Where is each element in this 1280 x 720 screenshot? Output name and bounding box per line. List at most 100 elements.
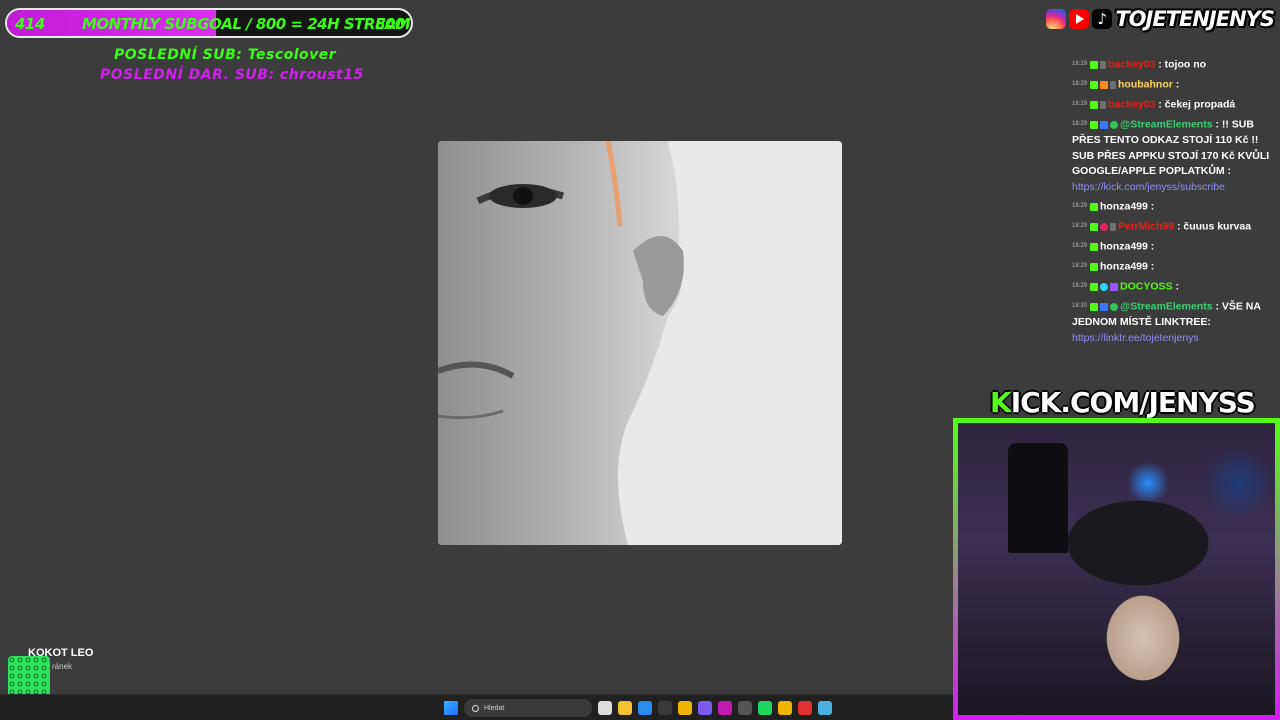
chat-text: : čuuus kurvaa bbox=[1174, 220, 1252, 233]
taskbar-items: Hledat bbox=[444, 698, 832, 718]
chat-badge-icon bbox=[1100, 80, 1109, 89]
chat-badge-icon bbox=[1090, 80, 1099, 89]
now-playing-subtitle: ránek bbox=[52, 662, 73, 671]
chat-badge-icon bbox=[1100, 120, 1109, 129]
chat-panel: 18:29 backey03 : tojoo no 18:29 houbahnor :… bbox=[1072, 57, 1272, 350]
chat-message: 18:29 PetrMich99 : čuuus kurvaa bbox=[1072, 219, 1272, 235]
last-subscriber-label: POSLEDNÍ SUB: Tescolover bbox=[114, 47, 337, 63]
chat-badge-icon bbox=[1100, 303, 1109, 312]
terminal-icon[interactable] bbox=[738, 701, 752, 715]
spotify-icon[interactable] bbox=[758, 701, 772, 715]
subgoal-bar: 414 MONTHLY SUBGOAL / 800 = 24H STREAM 8… bbox=[5, 8, 413, 38]
chat-message: 18:29 @StreamElements : !! SUB PŘES TENTO… bbox=[1072, 117, 1272, 195]
chrome-icon[interactable] bbox=[678, 701, 692, 715]
chat-timestamp: 18:29 bbox=[1072, 263, 1088, 270]
chat-username[interactable]: honza499 bbox=[1100, 201, 1148, 213]
kick-url-label: KICK.COM/JENYSS bbox=[990, 386, 1256, 419]
chat-timestamp: 18:29 bbox=[1072, 61, 1088, 67]
chat-timestamp: 18:30 bbox=[1072, 303, 1088, 310]
chat-badge-icon bbox=[1090, 222, 1099, 231]
chat-badge-icon bbox=[1090, 202, 1099, 211]
chat-badge-icon bbox=[1100, 60, 1107, 69]
chat-timestamp: 18:29 bbox=[1072, 283, 1088, 290]
kick-logo-letter: K bbox=[990, 386, 1012, 419]
chat-username[interactable]: @StreamElements bbox=[1120, 119, 1213, 131]
chat-username[interactable]: backey03 bbox=[1108, 99, 1155, 111]
notes-icon[interactable] bbox=[818, 701, 832, 715]
chat-username[interactable]: @StreamElements bbox=[1120, 301, 1213, 313]
subgoal-label: MONTHLY SUBGOAL / 800 = 24H STREAM bbox=[82, 15, 411, 33]
chat-text: : bbox=[1147, 260, 1155, 273]
chat-message: 18:29 honza499 : bbox=[1072, 239, 1272, 255]
chat-text: : bbox=[1147, 240, 1155, 253]
chat-timestamp: 18:29 bbox=[1072, 223, 1088, 230]
chat-username[interactable]: honza499 bbox=[1100, 241, 1148, 253]
chat-username[interactable]: PetrMich99 bbox=[1118, 221, 1174, 233]
chat-message: 18:29 backey03 : čekej propadá bbox=[1072, 97, 1272, 113]
tiktok-icon: ♪ bbox=[1092, 9, 1113, 29]
subgoal-target: 800 bbox=[375, 15, 405, 33]
instagram-icon bbox=[1046, 9, 1067, 29]
kick-url-text: ICK.COM/JENYSS bbox=[1010, 386, 1256, 419]
shared-image bbox=[438, 141, 842, 545]
chat-badge-icon bbox=[1100, 283, 1109, 291]
chat-message: 18:29 DOCYOSS : bbox=[1072, 279, 1272, 295]
edge-icon[interactable] bbox=[638, 701, 652, 715]
chat-text: : bbox=[1172, 78, 1180, 91]
chat-badge-icon bbox=[1090, 100, 1099, 109]
last-donation-label: POSLEDNÍ DAR. SUB: chroust15 bbox=[100, 67, 364, 83]
portrait-photo bbox=[438, 141, 842, 545]
subgoal-current: 414 bbox=[15, 15, 45, 33]
chat-text: : čekej propadá bbox=[1155, 98, 1236, 111]
chat-message: 18:29 backey03 : tojoo no bbox=[1072, 57, 1272, 73]
chat-message: 18:29 houbahnor : bbox=[1072, 77, 1272, 93]
search-icon bbox=[472, 704, 479, 712]
now-playing-title: KOKOT LEO bbox=[28, 647, 94, 659]
social-handles: ♪ TOJETENJENYS bbox=[1046, 5, 1275, 33]
chat-text: : bbox=[1147, 200, 1155, 213]
taskbar: Hledat bbox=[0, 694, 953, 720]
record-icon[interactable] bbox=[798, 701, 812, 715]
chat-badge-icon bbox=[1100, 100, 1107, 109]
chat-username[interactable]: houbahnor bbox=[1118, 79, 1173, 91]
chat-message: 18:29 honza499 : bbox=[1072, 259, 1272, 275]
chat-timestamp: 18:29 bbox=[1072, 121, 1088, 128]
chat-badge-icon bbox=[1110, 303, 1119, 312]
chat-badge-icon bbox=[1090, 283, 1099, 291]
chat-badge-icon bbox=[1090, 120, 1099, 129]
chat-badge-icon bbox=[1100, 222, 1109, 231]
chat-badge-icon bbox=[1090, 262, 1099, 271]
chat-timestamp: 18:29 bbox=[1072, 101, 1088, 108]
chat-message: 18:29 honza499 : bbox=[1072, 199, 1272, 215]
chat-text: : bbox=[1172, 280, 1179, 293]
chat-message: 18:30 @StreamElements : VŠE NA JEDNOM MÍS… bbox=[1072, 299, 1272, 346]
social-handle: TOJETENJENYS bbox=[1115, 7, 1275, 31]
chat-text: : tojoo no bbox=[1155, 58, 1207, 71]
chat-username[interactable]: honza499 bbox=[1100, 261, 1148, 273]
chat-badge-icon bbox=[1110, 120, 1119, 129]
chat-timestamp: 18:29 bbox=[1072, 81, 1088, 88]
chat-badge-icon bbox=[1090, 303, 1099, 312]
obs-icon[interactable] bbox=[718, 701, 732, 715]
chat-link[interactable]: https://linktr.ee/tojetenjenys bbox=[1072, 332, 1199, 344]
file-manager-icon[interactable] bbox=[598, 701, 612, 715]
chrome-icon[interactable] bbox=[778, 701, 792, 715]
chat-badge-icon bbox=[1110, 222, 1117, 231]
chat-username[interactable]: DOCYOSS bbox=[1120, 281, 1173, 293]
windows-start-icon[interactable] bbox=[444, 701, 458, 715]
chat-timestamp: 18:29 bbox=[1072, 203, 1088, 210]
webcam-feed bbox=[953, 418, 1280, 720]
chat-link[interactable]: https://kick.com/jenyss/subscribe bbox=[1072, 181, 1225, 193]
chat-badge-icon bbox=[1090, 242, 1099, 251]
webcam-background-shirt bbox=[1008, 443, 1068, 553]
discord-icon[interactable] bbox=[698, 701, 712, 715]
chat-badge-icon bbox=[1110, 283, 1119, 291]
folder-icon[interactable] bbox=[618, 701, 632, 715]
store-icon[interactable] bbox=[658, 701, 672, 715]
chat-username[interactable]: backey03 bbox=[1108, 59, 1155, 71]
chat-badge-icon bbox=[1110, 80, 1117, 89]
youtube-icon bbox=[1069, 9, 1090, 29]
chat-timestamp: 18:29 bbox=[1072, 243, 1088, 250]
chat-badge-icon bbox=[1090, 60, 1099, 69]
taskbar-search[interactable]: Hledat bbox=[464, 699, 592, 717]
